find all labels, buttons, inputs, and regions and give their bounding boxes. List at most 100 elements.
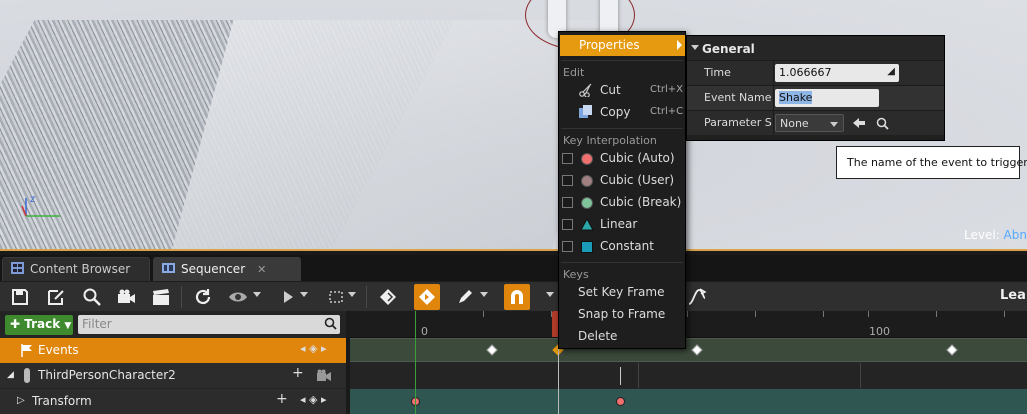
checkbox[interactable]: [562, 241, 573, 252]
event-key[interactable]: [691, 344, 703, 356]
playback-button[interactable]: [275, 284, 301, 310]
ruler-label: 0: [421, 325, 428, 338]
parameter-dropdown[interactable]: None: [775, 114, 844, 132]
auto-key-button[interactable]: [414, 284, 440, 310]
find-in-browser-button[interactable]: [79, 284, 105, 310]
checkbox[interactable]: [562, 219, 573, 230]
collapse-arrow-icon[interactable]: ◢: [7, 370, 14, 380]
track-list: ✚ Track ▼ Filter Events ◂ ◈ ▸ ◢ ThirdPer…: [0, 311, 346, 414]
menu-item-set-key-frame[interactable]: Set Key Frame: [559, 282, 685, 303]
plus-icon: ✚: [10, 317, 21, 331]
checkbox[interactable]: [562, 153, 573, 164]
timeline-area[interactable]: 0 100: [350, 311, 1027, 414]
menu-item-cut[interactable]: Cut Ctrl+X: [559, 80, 685, 101]
menu-item-properties[interactable]: Properties: [560, 35, 685, 56]
track-label: Transform: [32, 394, 92, 408]
ruler-tick: [755, 311, 756, 317]
menu-item-snap-to-frame[interactable]: Snap to Frame: [559, 304, 685, 325]
toolbar-divider: [181, 286, 182, 308]
snap-button[interactable]: [504, 284, 530, 310]
checkbox[interactable]: [562, 175, 573, 186]
pencil-icon: [459, 290, 472, 303]
add-track-icon[interactable]: +: [292, 365, 304, 381]
time-input[interactable]: 1.066667 ◢: [775, 64, 899, 82]
search-icon: [324, 317, 337, 333]
view-options-button[interactable]: [225, 284, 251, 310]
checkbox[interactable]: [562, 197, 573, 208]
event-name-row: Event Name Shake: [687, 85, 944, 111]
ruler-label: 100: [869, 325, 890, 338]
camera-button[interactable]: [113, 284, 139, 310]
track-row-transform[interactable]: ▷ Transform + ◂ ◈ ▸: [0, 389, 346, 414]
constant-icon: [581, 241, 593, 253]
time-ruler[interactable]: 0 100: [350, 311, 1027, 338]
edit-tool-button[interactable]: [453, 284, 479, 310]
track-row-character[interactable]: ◢ ThirdPersonCharacter2 +: [0, 363, 346, 388]
ruler-tick: [687, 311, 688, 317]
key-nav-icon[interactable]: ◂ ◈ ▸: [300, 393, 327, 406]
track-row-events[interactable]: Events ◂ ◈ ▸: [0, 338, 346, 363]
restore-state-button[interactable]: [190, 284, 216, 310]
menu-item-constant[interactable]: Constant: [559, 236, 685, 257]
add-key-icon[interactable]: +: [276, 391, 288, 407]
events-lane[interactable]: [350, 338, 1027, 362]
key-all-button[interactable]: [375, 284, 401, 310]
menu-item-cubic-user[interactable]: Cubic (User): [559, 170, 685, 191]
render-movie-button[interactable]: [148, 284, 174, 310]
ruler-tick: [868, 311, 869, 317]
chevron-down-icon[interactable]: [546, 292, 554, 297]
chevron-down-icon[interactable]: [480, 292, 488, 297]
camera-icon[interactable]: [316, 369, 332, 382]
chevron-down-icon[interactable]: [253, 292, 261, 297]
chevron-right-icon: [677, 40, 682, 50]
save-button[interactable]: [7, 284, 33, 310]
chevron-down-icon[interactable]: [300, 292, 308, 297]
curve-icon: [688, 288, 707, 305]
scissors-icon: [579, 83, 592, 97]
curve-editor-button[interactable]: [684, 284, 710, 310]
menu-item-cubic-auto[interactable]: Cubic (Auto): [559, 148, 685, 169]
key-context-menu: Properties Edit Cut Ctrl+X Copy Ctrl+C K…: [558, 31, 686, 349]
track-label: Events: [38, 343, 79, 357]
event-name-input[interactable]: Shake: [775, 89, 879, 107]
tab-content-browser[interactable]: Content Browser: [2, 257, 150, 281]
save-as-icon: [48, 290, 64, 305]
add-track-button[interactable]: ✚ Track ▼: [5, 315, 73, 335]
menu-item-cubic-break[interactable]: Cubic (Break): [559, 192, 685, 213]
camera-icon: [118, 289, 135, 303]
selection-button[interactable]: [323, 284, 349, 310]
menu-item-copy[interactable]: Copy Ctrl+C: [559, 102, 685, 123]
column-divider: [773, 61, 774, 86]
floor-surface-light: [166, 20, 614, 251]
arrow-left-icon[interactable]: [852, 117, 866, 129]
menu-item-delete[interactable]: Delete: [559, 326, 685, 347]
start-marker: [415, 311, 416, 414]
tab-sequencer[interactable]: Sequencer ✕: [153, 257, 301, 281]
menu-divider: [561, 128, 683, 129]
search-icon: [83, 288, 101, 306]
menu-section-interpolation: Key Interpolation: [563, 134, 657, 147]
transform-lane[interactable]: [350, 389, 1027, 414]
filter-input[interactable]: Filter: [78, 315, 340, 334]
character-lane[interactable]: [350, 363, 1027, 388]
eye-icon: [229, 292, 247, 302]
properties-section-header[interactable]: General: [687, 36, 944, 60]
chevron-down-icon[interactable]: [348, 292, 356, 297]
toolbar-right-label: Lea: [1000, 288, 1026, 303]
linear-icon: [580, 218, 594, 231]
ruler-tick: [483, 311, 484, 317]
transform-key[interactable]: [616, 397, 625, 406]
menu-item-linear[interactable]: Linear: [559, 214, 685, 235]
event-key[interactable]: [946, 344, 958, 356]
menu-section-keys: Keys: [563, 268, 589, 281]
parameter-row: Parameter S None: [687, 110, 944, 136]
event-key[interactable]: [486, 344, 498, 356]
film-icon: [162, 263, 175, 273]
close-icon[interactable]: ✕: [257, 263, 266, 276]
search-icon[interactable]: [876, 117, 889, 130]
lane-divider: [860, 363, 861, 388]
key-nav-icon[interactable]: ◂ ◈ ▸: [300, 342, 327, 355]
menu-divider: [561, 262, 683, 263]
save-as-button[interactable]: [43, 284, 69, 310]
expand-arrow-icon[interactable]: ▷: [17, 395, 25, 406]
